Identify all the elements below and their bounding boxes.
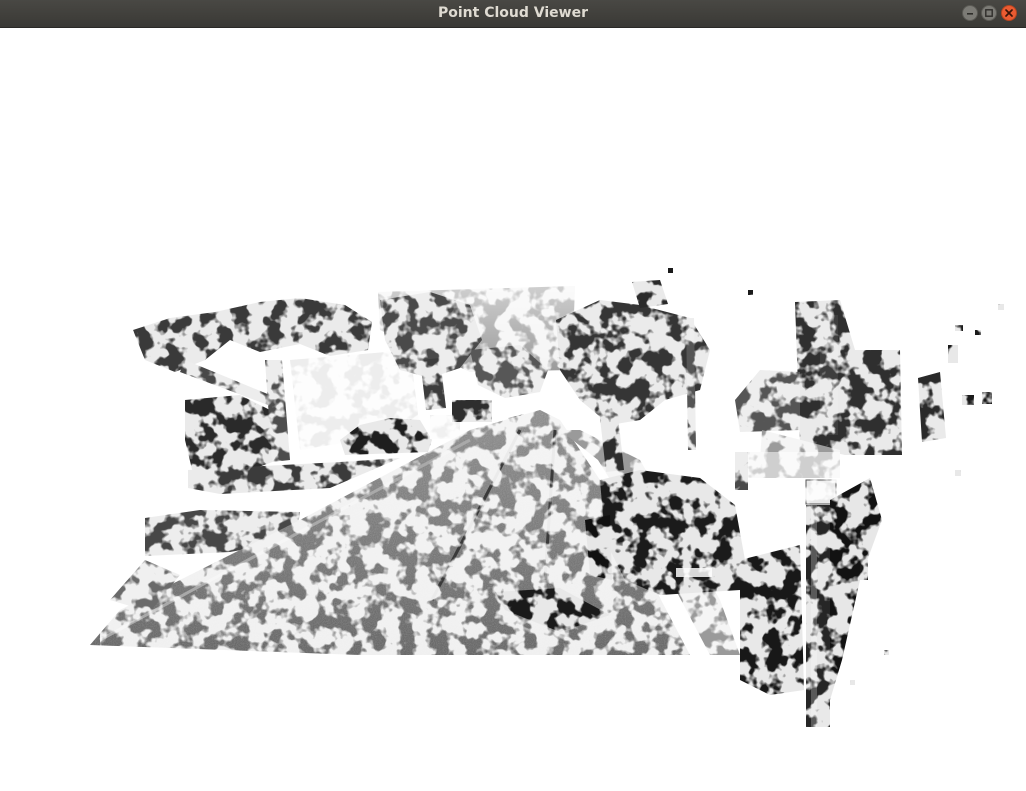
point-cloud-render [90, 268, 1020, 740]
close-icon [1005, 9, 1013, 17]
close-button[interactable] [1001, 5, 1017, 21]
viewer-window: Point Cloud Viewer [0, 0, 1026, 791]
maximize-button[interactable] [981, 5, 997, 21]
maximize-icon [985, 9, 993, 17]
point-cloud-viewport[interactable] [0, 28, 1026, 791]
minimize-icon [967, 13, 973, 15]
window-title: Point Cloud Viewer [438, 5, 588, 21]
title-bar[interactable]: Point Cloud Viewer [0, 0, 1026, 28]
minimize-button[interactable] [962, 5, 978, 21]
point-cloud-scene [90, 268, 1020, 740]
